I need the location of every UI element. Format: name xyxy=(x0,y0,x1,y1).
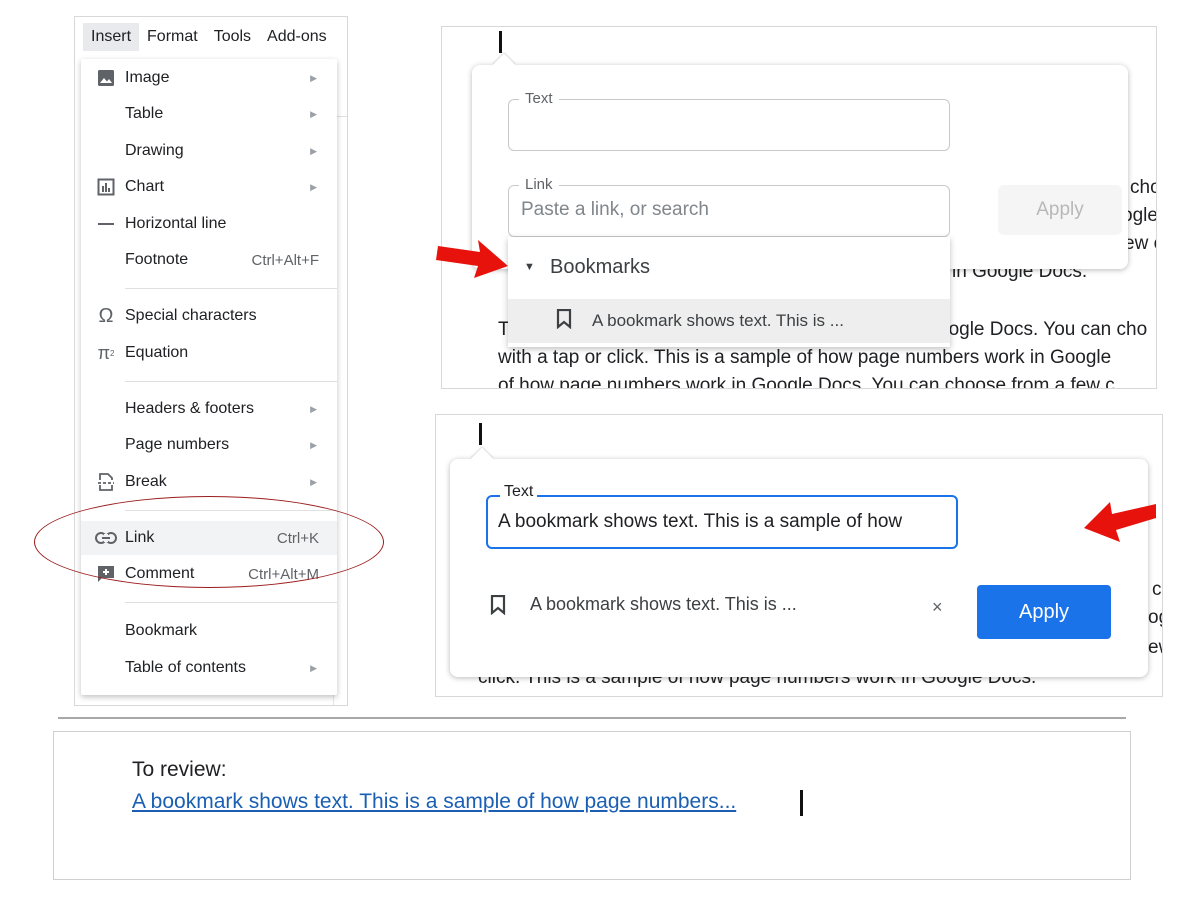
menu-add-ons[interactable]: Add-ons xyxy=(259,23,335,51)
review-document: To review: A bookmark shows text. This i… xyxy=(53,731,1131,880)
menu-tools[interactable]: Tools xyxy=(206,23,259,51)
submenu-arrow-icon: ▶ xyxy=(310,662,317,673)
menu-item-table-of-contents[interactable]: Table of contents ▶ xyxy=(81,651,337,685)
menu-item-label: Bookmark xyxy=(125,622,198,639)
doc-text-fragment: oogle Docs. You can cho xyxy=(938,319,1148,340)
menu-item-footnote[interactable]: Footnote Ctrl+Alt+F xyxy=(81,243,337,277)
bookmarks-header[interactable]: ▼ Bookmarks xyxy=(508,237,950,297)
text-field-label: Text xyxy=(519,90,559,107)
remove-link-icon[interactable]: × xyxy=(932,597,943,618)
text-field-value: A bookmark shows text. This is a sample … xyxy=(498,511,903,532)
doc-text-fragment: c xyxy=(1152,579,1162,600)
omega-icon: Ω xyxy=(98,304,114,327)
doc-text-fragment: with a tap or click. This is a sample of… xyxy=(498,347,1112,368)
red-arrow-icon xyxy=(436,240,508,278)
caret-down-icon: ▼ xyxy=(524,261,535,273)
bookmark-icon xyxy=(490,594,506,620)
menu-item-label: Footnote xyxy=(125,251,189,268)
doc-text-fragment: cho xyxy=(1130,177,1156,198)
menu-item-label: Drawing xyxy=(125,142,184,159)
menu-item-label: Headers & footers xyxy=(125,400,254,417)
red-arrow-icon xyxy=(1084,502,1156,542)
apply-button[interactable]: Apply xyxy=(998,185,1122,235)
text-field[interactable]: Text xyxy=(508,90,950,151)
submenu-arrow-icon: ▶ xyxy=(310,181,317,192)
menu-item-bookmark[interactable]: Bookmark xyxy=(81,614,337,648)
text-field[interactable]: A bookmark shows text. This is a sample … xyxy=(486,495,958,549)
menu-item-label: Break xyxy=(125,473,167,490)
bookmark-option-label: A bookmark shows text. This is ... xyxy=(592,311,844,330)
insert-dropdown-menu: Image ▶ Table ▶ Drawing ▶ Chart ▶ Horizo… xyxy=(81,59,337,695)
menu-item-equation[interactable]: π2 Equation xyxy=(81,336,337,370)
text-cursor xyxy=(499,31,502,53)
submenu-arrow-icon: ▶ xyxy=(310,145,317,156)
menu-item-label: Horizontal line xyxy=(125,215,227,232)
menu-item-label: Page numbers xyxy=(125,436,230,453)
menu-item-page-numbers[interactable]: Page numbers ▶ xyxy=(81,428,337,462)
link-field-placeholder: Paste a link, or search xyxy=(521,199,709,220)
bookmark-link-chip[interactable]: A bookmark shows text. This is ... xyxy=(490,594,797,620)
submenu-arrow-icon: ▶ xyxy=(310,476,317,487)
doc-text-fragment: ew c xyxy=(1124,233,1156,254)
bookmarks-title: Bookmarks xyxy=(550,255,651,278)
link-field[interactable]: Link Paste a link, or search xyxy=(508,176,950,237)
horizontal-line-icon xyxy=(95,213,117,235)
menu-item-label: Equation xyxy=(125,344,189,361)
image-icon xyxy=(95,67,117,89)
submenu-arrow-icon: ▶ xyxy=(310,108,317,119)
insert-menu-screenshot: Insert Format Tools Add-ons Image ▶ Tabl… xyxy=(74,16,348,706)
menu-separator xyxy=(125,381,337,382)
dialog-pointer xyxy=(470,447,494,471)
bookmark-option[interactable]: A bookmark shows text. This is ... xyxy=(508,299,950,343)
menu-separator xyxy=(125,602,337,603)
doc-text-fragment: og xyxy=(1148,607,1162,628)
apply-button[interactable]: Apply xyxy=(977,585,1111,639)
menu-item-break[interactable]: Break ▶ xyxy=(81,465,337,499)
menu-separator xyxy=(125,288,337,289)
menu-item-label: Table of contents xyxy=(125,659,246,676)
edit-link-dialog: A bookmark shows text. This is a sample … xyxy=(450,447,1148,677)
highlight-oval xyxy=(34,496,384,588)
link-dialog-screenshot: cho ogle ew c in Google Docs. T oogle Do… xyxy=(441,26,1157,389)
submenu-arrow-icon: ▶ xyxy=(310,72,317,83)
menu-item-special-characters[interactable]: Ω Special characters xyxy=(81,299,337,333)
menu-bar: Insert Format Tools Add-ons xyxy=(75,17,347,57)
text-field-label: Text xyxy=(500,483,538,501)
chart-icon xyxy=(95,176,117,198)
doc-text-fragment: ew xyxy=(1148,637,1162,658)
page-break-icon xyxy=(95,471,117,493)
dialog-pointer xyxy=(492,53,516,77)
review-heading: To review: xyxy=(132,758,227,781)
menu-item-headers-footers[interactable]: Headers & footers ▶ xyxy=(81,392,337,426)
menu-format[interactable]: Format xyxy=(139,23,206,51)
text-cursor xyxy=(479,423,482,445)
menu-item-horizontal-line[interactable]: Horizontal line xyxy=(81,207,337,241)
menu-insert[interactable]: Insert xyxy=(83,23,140,51)
submenu-arrow-icon: ▶ xyxy=(310,439,317,450)
menu-item-label: Chart xyxy=(125,178,165,195)
text-cursor xyxy=(800,790,803,816)
menu-item-table[interactable]: Table ▶ xyxy=(81,97,337,131)
link-field-label: Link xyxy=(519,176,559,193)
bookmarks-dropdown: ▼ Bookmarks A bookmark shows text. This … xyxy=(508,237,950,347)
bookmark-icon xyxy=(556,308,572,334)
pi-icon: π2 xyxy=(97,342,115,363)
menu-item-drawing[interactable]: Drawing ▶ xyxy=(81,134,337,168)
doc-text-fragment: of how page numbers work in Google Docs.… xyxy=(498,375,1115,389)
menu-item-label: Special characters xyxy=(125,307,257,324)
menu-item-label: Image xyxy=(125,69,170,86)
menu-item-label: Table xyxy=(125,105,164,122)
edit-link-dialog-screenshot: c og ew click. This is a sample of how p… xyxy=(435,414,1163,697)
menu-item-chart[interactable]: Chart ▶ xyxy=(81,170,337,204)
submenu-arrow-icon: ▶ xyxy=(310,403,317,414)
shortcut-label: Ctrl+Alt+F xyxy=(251,251,319,269)
bookmark-chip-label: A bookmark shows text. This is ... xyxy=(530,594,797,614)
bookmark-link[interactable]: A bookmark shows text. This is a sample … xyxy=(132,790,736,814)
section-divider xyxy=(58,717,1126,719)
menu-item-image[interactable]: Image ▶ xyxy=(81,61,337,95)
